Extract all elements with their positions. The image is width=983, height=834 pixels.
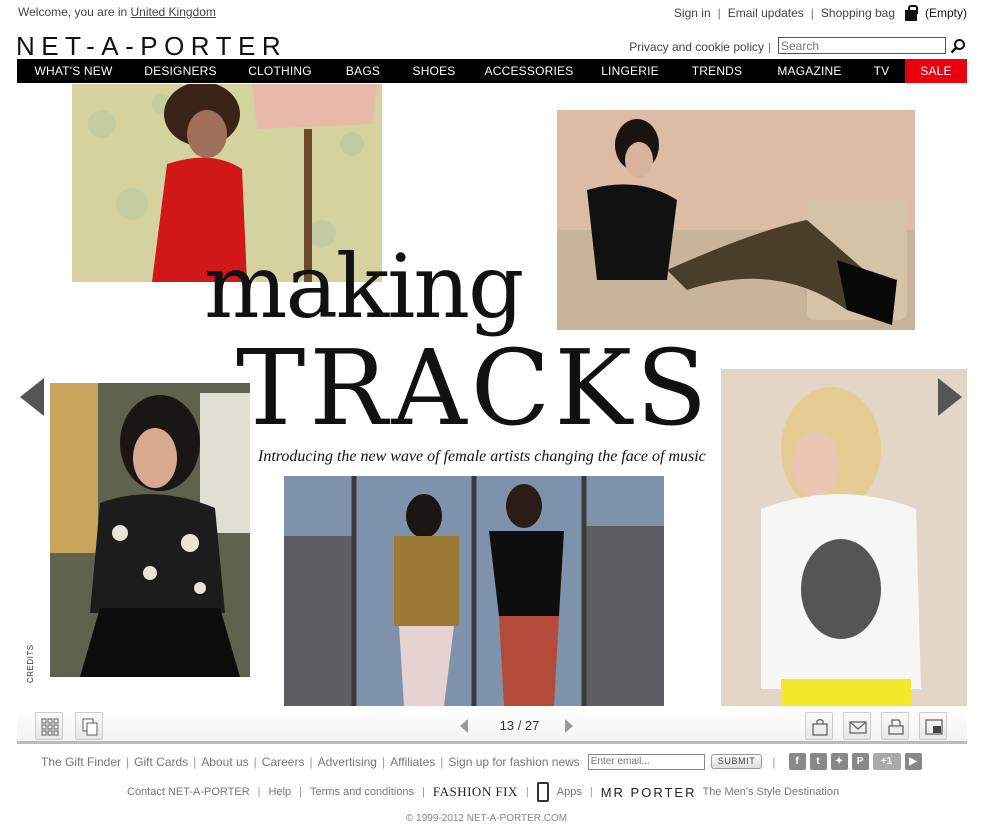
country-link[interactable]: United Kingdom	[131, 5, 216, 19]
footer-links-secondary: Contact NET-A-PORTER | Help | Terms and …	[127, 782, 839, 802]
tumblr-icon[interactable]: t	[809, 753, 827, 770]
page-indicator: 13 / 27	[460, 717, 574, 734]
nav-trends[interactable]: TRENDS	[673, 59, 761, 83]
grid-view-button[interactable]	[35, 712, 63, 740]
facebook-icon[interactable]: f	[788, 753, 806, 770]
separator: |	[299, 786, 303, 798]
page-number: 13 / 27	[499, 718, 540, 734]
welcome-text: Welcome, you are in	[18, 5, 128, 19]
pinterest-icon[interactable]: P	[851, 753, 869, 770]
terms-link[interactable]: Terms and conditions	[310, 786, 414, 798]
nav-shoes[interactable]: SHOES	[397, 59, 471, 83]
utility-bar: Welcome, you are in United Kingdom Sign …	[18, 5, 967, 21]
envelope-icon	[849, 721, 867, 734]
bag-icon	[812, 718, 828, 736]
separator: |	[126, 754, 130, 769]
separator: |	[440, 754, 444, 769]
nav-tv[interactable]: TV	[858, 59, 905, 83]
separator: |	[257, 786, 261, 798]
mr-porter-tagline[interactable]: The Men's Style Destination	[702, 786, 839, 798]
twitter-icon[interactable]: ✦	[830, 753, 848, 770]
separator: |	[768, 40, 772, 54]
pages-icon	[82, 718, 98, 736]
phone-icon[interactable]	[536, 782, 549, 802]
grid-icon	[41, 718, 59, 736]
sign-in-link[interactable]: Sign in	[674, 6, 711, 20]
gift-finder-link[interactable]: The Gift Finder	[41, 755, 121, 769]
advertising-link[interactable]: Advertising	[318, 755, 377, 769]
feature-subline: Introducing the new wave of female artis…	[258, 448, 706, 465]
fullscreen-button[interactable]	[919, 712, 947, 740]
separator: |	[253, 754, 257, 769]
separator: |	[193, 754, 197, 769]
newsletter-email-input[interactable]	[587, 753, 705, 770]
nav-lingerie[interactable]: LINGERIE	[587, 59, 673, 83]
nav-clothing[interactable]: CLOTHING	[231, 59, 329, 83]
credits-link[interactable]: CREDITS	[26, 644, 35, 683]
footer-links-primary: The Gift Finder | Gift Cards | About us …	[41, 753, 926, 770]
affiliates-link[interactable]: Affiliates	[390, 755, 435, 769]
google-plus-icon[interactable]: +1	[872, 753, 901, 770]
bag-status: (Empty)	[925, 6, 967, 20]
feature-headline-script: making	[204, 235, 524, 338]
copyright: © 1999-2012 NET-A-PORTER.COM	[406, 813, 568, 824]
next-page-icon[interactable]	[565, 718, 574, 733]
print-button[interactable]	[881, 712, 909, 740]
shopping-bag-icon[interactable]	[903, 5, 919, 21]
photo-two-artists[interactable]	[284, 476, 664, 706]
youtube-icon[interactable]: ▶	[904, 753, 922, 770]
about-us-link[interactable]: About us	[201, 755, 248, 769]
welcome-message: Welcome, you are in United Kingdom	[18, 5, 216, 19]
account-links: Sign in | Email updates | Shopping bag (…	[674, 5, 967, 21]
search-icon[interactable]	[950, 38, 966, 54]
photo-floral-blouse[interactable]	[50, 383, 250, 677]
nav-magazine[interactable]: MAGAZINE	[761, 59, 858, 83]
magazine-toolbar: 13 / 27	[17, 708, 967, 744]
previous-slide-arrow-icon[interactable]	[20, 378, 44, 416]
previous-page-icon[interactable]	[460, 718, 468, 733]
separator: |	[810, 6, 814, 20]
fullscreen-icon	[925, 719, 943, 735]
photo-tiger-tee[interactable]	[721, 369, 967, 706]
search-input[interactable]	[778, 37, 946, 54]
apps-link[interactable]: Apps	[557, 786, 582, 798]
feature-headline-caps: TRACKS	[236, 327, 712, 449]
nav-designers[interactable]: DESIGNERS	[130, 59, 231, 83]
site-logo[interactable]: NET-A-PORTER	[16, 31, 287, 62]
careers-link[interactable]: Careers	[262, 755, 305, 769]
shop-button[interactable]	[805, 712, 833, 740]
next-slide-arrow-icon[interactable]	[938, 378, 962, 416]
main-nav: WHAT'S NEW DESIGNERS CLOTHING BAGS SHOES…	[17, 59, 967, 83]
mr-porter-logo[interactable]: MR PORTER	[601, 785, 697, 800]
separator: |	[717, 6, 721, 20]
fashion-fix-link[interactable]: FASHION FIX	[433, 784, 518, 800]
print-icon	[888, 719, 904, 735]
email-updates-link[interactable]: Email updates	[728, 6, 804, 20]
nav-whats-new[interactable]: WHAT'S NEW	[17, 59, 130, 83]
privacy-link[interactable]: Privacy and cookie policy	[629, 40, 764, 54]
nav-sale[interactable]: SALE	[905, 59, 967, 83]
pages-view-button[interactable]	[75, 712, 103, 740]
nav-bags[interactable]: BAGS	[329, 59, 397, 83]
gift-cards-link[interactable]: Gift Cards	[134, 755, 188, 769]
help-link[interactable]: Help	[269, 786, 292, 798]
separator: |	[525, 786, 529, 798]
separator: |	[309, 754, 313, 769]
photo-sequin-leggings[interactable]	[557, 110, 915, 330]
nav-accessories[interactable]: ACCESSORIES	[471, 59, 587, 83]
separator: |	[772, 754, 776, 769]
contact-link[interactable]: Contact NET-A-PORTER	[127, 786, 250, 798]
separator: |	[381, 754, 386, 769]
separator: |	[421, 786, 425, 798]
newsletter-submit-button[interactable]: SUBMIT	[710, 754, 763, 769]
social-links: f t ✦ P +1 ▶	[788, 753, 926, 770]
shopping-bag-link[interactable]: Shopping bag	[821, 6, 895, 20]
separator: |	[589, 786, 593, 798]
email-share-button[interactable]	[843, 712, 871, 740]
newsletter-label: Sign up for fashion news	[448, 754, 580, 769]
